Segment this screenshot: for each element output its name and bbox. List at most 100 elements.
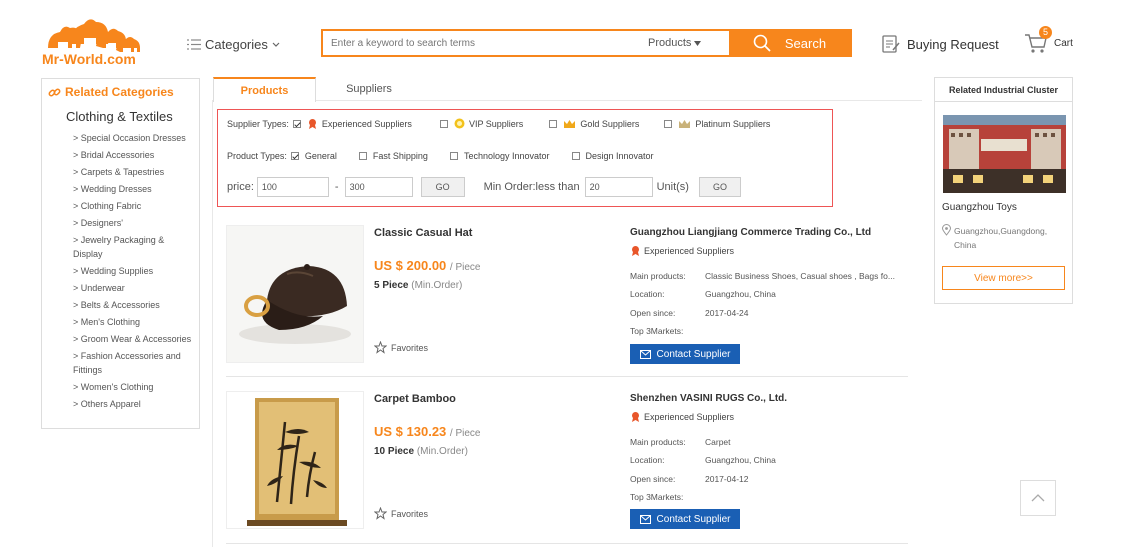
subcategory-link[interactable]: > Women's Clothing: [73, 380, 199, 394]
supplier-types-row: Supplier Types: Experienced Suppliers VI…: [227, 118, 792, 129]
checkbox[interactable]: [549, 119, 558, 128]
favorites-label: Favorites: [391, 342, 429, 353]
subcategory-link[interactable]: > Clothing Fabric: [73, 199, 199, 213]
min-order: 10 Piece (Min.Order): [374, 446, 468, 457]
product-name[interactable]: Carpet Bamboo: [374, 393, 456, 405]
checkbox[interactable]: [290, 152, 299, 160]
checkbox[interactable]: [571, 152, 580, 160]
subcategory-link[interactable]: > Underwear: [73, 281, 199, 295]
subcategory-link[interactable]: > Groom Wear & Accessories: [73, 332, 199, 346]
cluster-title: Related Industrial Cluster: [935, 78, 1072, 102]
cluster-image[interactable]: [943, 115, 1066, 193]
checkbox[interactable]: [449, 152, 458, 160]
subcategory-link[interactable]: > Special Occasion Dresses: [73, 131, 199, 145]
back-to-top-button[interactable]: [1020, 480, 1056, 516]
product-name[interactable]: Classic Casual Hat: [374, 227, 472, 239]
filter-general[interactable]: General: [290, 151, 337, 161]
filter-technology-innovator[interactable]: Technology Innovator: [449, 151, 550, 161]
tab-suppliers[interactable]: Suppliers: [317, 77, 421, 101]
search-icon: [753, 34, 771, 52]
contact-label: Contact Supplier: [656, 513, 731, 525]
cart-label: Cart: [1054, 38, 1073, 49]
price-max-input[interactable]: 300: [344, 177, 413, 197]
subcategory-link[interactable]: > Men's Clothing: [73, 315, 199, 329]
detail-value: 2017-04-12: [705, 474, 749, 484]
medal-icon: [632, 412, 639, 422]
price-separator: -: [334, 181, 339, 193]
min-order: 5 Piece (Min.Order): [374, 280, 462, 291]
detail-value: 2017-04-24: [705, 308, 749, 318]
filter-gold-suppliers[interactable]: Gold Suppliers: [549, 119, 639, 129]
result-tabs: Products Suppliers: [213, 77, 922, 102]
price-row: price: 100 - 300 GO Min Order:less than …: [227, 177, 741, 197]
checkbox[interactable]: [358, 152, 367, 160]
cluster-location-text: Guangzhou,Guangdong, China: [954, 226, 1048, 250]
category-heading[interactable]: Clothing & Textiles: [66, 109, 199, 124]
product-price: US $ 130.23 / Piece: [374, 424, 480, 439]
min-order-go-button[interactable]: GO: [698, 177, 741, 197]
price-value: US $ 200.00: [374, 258, 447, 273]
view-more-button[interactable]: View more>>: [942, 266, 1065, 290]
favorites-button[interactable]: Favorites: [374, 341, 428, 354]
favorites-label: Favorites: [391, 508, 429, 519]
filter-fast-shipping[interactable]: Fast Shipping: [358, 151, 428, 161]
subcategory-link[interactable]: > Others Apparel: [73, 397, 199, 411]
subcategory-link[interactable]: > Jewelry Packaging & Display: [73, 233, 183, 261]
contact-supplier-button[interactable]: Contact Supplier: [630, 344, 740, 364]
filter-label: Platinum Suppliers: [695, 118, 771, 129]
industrial-cluster-panel: Related Industrial Cluster Guangzhou Toy…: [934, 77, 1073, 304]
price-unit: / Piece: [449, 428, 481, 439]
search-button[interactable]: Search: [729, 31, 850, 55]
min-order-qty: 10 Piece: [374, 446, 415, 457]
buying-request-label: Buying Request: [907, 36, 999, 52]
svg-text:Mr-World.com: Mr-World.com: [42, 51, 136, 66]
divider: [212, 100, 213, 547]
search-input[interactable]: [323, 31, 623, 55]
min-order-label: (Min.Order): [411, 280, 463, 291]
categories-menu[interactable]: Categories: [187, 37, 280, 52]
checkbox[interactable]: [664, 119, 673, 128]
buying-request-link[interactable]: Buying Request: [881, 34, 999, 54]
detail-value: Guangzhou, China: [705, 455, 776, 465]
location: Location: Guangzhou, China: [630, 455, 776, 465]
checkbox[interactable]: [439, 119, 448, 128]
cluster-name[interactable]: Guangzhou Toys: [942, 202, 1017, 213]
min-order-qty: 5 Piece: [374, 280, 409, 291]
min-order-input[interactable]: 20: [584, 177, 653, 197]
subcategory-link[interactable]: > Bridal Accessories: [73, 148, 199, 162]
product-image-hat[interactable]: [226, 225, 364, 363]
supplier-name[interactable]: Shenzhen VASINI RUGS Co., Ltd.: [630, 393, 905, 404]
subcategory-link[interactable]: > Wedding Dresses: [73, 182, 199, 196]
filter-platinum-suppliers[interactable]: Platinum Suppliers: [664, 119, 770, 129]
open-since: Open since: 2017-04-12: [630, 474, 748, 484]
chevron-up-icon: [1031, 494, 1045, 502]
product-card: Carpet Bamboo US $ 130.23 / Piece 10 Pie…: [226, 391, 908, 531]
top-markets: Top 3Markets:: [630, 492, 683, 502]
price-go-button[interactable]: GO: [420, 177, 465, 197]
filter-experienced-suppliers[interactable]: Experienced Suppliers: [292, 118, 412, 129]
search-button-label: Search: [784, 35, 827, 51]
subcategory-link[interactable]: > Designers': [73, 216, 199, 230]
search-bar: Products Search: [321, 29, 852, 57]
checkbox[interactable]: [292, 119, 301, 128]
site-logo[interactable]: Mr-World.com: [40, 8, 144, 67]
subcategory-link[interactable]: > Wedding Supplies: [73, 264, 199, 278]
search-type-select[interactable]: Products: [623, 31, 729, 55]
supplier-name[interactable]: Guangzhou Liangjiang Commerce Trading Co…: [630, 227, 905, 238]
open-since: Open since: 2017-04-24: [630, 308, 748, 318]
cart-button[interactable]: 5 Cart: [1024, 26, 1084, 58]
favorites-button[interactable]: Favorites: [374, 507, 428, 520]
filter-design-innovator[interactable]: Design Innovator: [571, 151, 654, 161]
min-order-label: (Min.Order): [416, 446, 468, 457]
filter-vip-suppliers[interactable]: VIP Suppliers: [439, 118, 523, 129]
product-image-carpet[interactable]: [226, 391, 364, 529]
product-card: Classic Casual Hat US $ 200.00 / Piece 5…: [226, 225, 908, 365]
divider: [226, 543, 908, 544]
tab-products[interactable]: Products: [213, 77, 316, 102]
subcategory-link[interactable]: > Carpets & Tapestries: [73, 165, 199, 179]
subcategory-link[interactable]: > Fashion Accessories and Fittings: [73, 349, 193, 377]
subcategory-link[interactable]: > Belts & Accessories: [73, 298, 199, 312]
contact-supplier-button[interactable]: Contact Supplier: [630, 509, 740, 529]
price-min-input[interactable]: 100: [256, 177, 329, 197]
subcategory-list: > Special Occasion Dresses > Bridal Acce…: [73, 131, 199, 411]
